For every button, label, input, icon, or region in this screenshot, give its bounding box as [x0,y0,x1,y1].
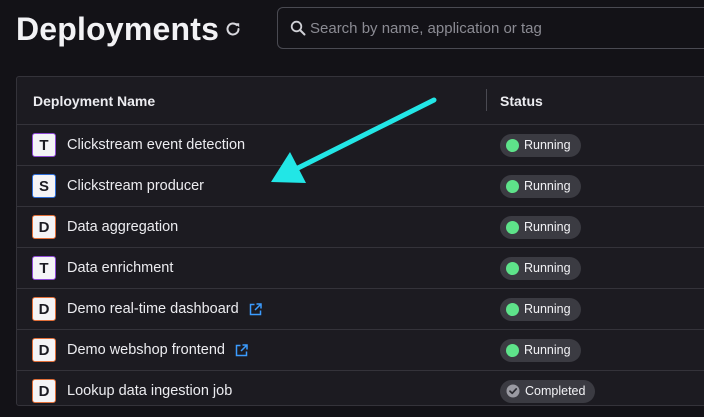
deployment-name-cell: Data aggregation [67,219,178,235]
status-label: Running [524,343,571,357]
deployment-type-badge: T [32,133,56,157]
status-badge: Running [500,215,581,239]
deployments-page: Deployments Deployment Name Status T Clic… [0,0,704,417]
deployment-name-link[interactable]: Clickstream event detection [67,137,245,153]
table-row[interactable]: T Data enrichment Running [17,248,704,289]
deployment-type-badge: T [32,256,56,280]
deployment-type-badge: D [32,379,56,403]
status-badge: Running [500,174,581,198]
running-status-dot [506,179,519,193]
running-status-dot [506,220,519,234]
column-divider[interactable] [486,89,487,111]
column-header-deployment-name[interactable]: Deployment Name [33,93,155,109]
table-row[interactable]: D Demo webshop frontend Running [17,330,704,371]
deployment-name-link[interactable]: Data enrichment [67,260,173,276]
deployment-name-cell: Demo real-time dashboard [67,301,262,317]
page-title: Deployments [16,11,220,47]
deployment-name-link[interactable]: Clickstream producer [67,178,204,194]
deployment-name-link[interactable]: Demo real-time dashboard [67,301,239,317]
status-label: Running [524,138,571,152]
status-badge: Running [500,297,581,321]
deployment-name-cell: Data enrichment [67,260,173,276]
external-link-icon[interactable] [249,302,262,316]
column-header-status[interactable]: Status [500,93,543,109]
search-input[interactable] [310,19,704,37]
status-label: Running [524,261,571,275]
table-row[interactable]: T Clickstream event detection Running [17,125,704,166]
table-row[interactable]: D Demo real-time dashboard Running [17,289,704,330]
refresh-icon[interactable] [223,19,243,39]
deployment-name-cell: Clickstream event detection [67,137,245,153]
external-link-icon[interactable] [235,343,248,357]
deployments-table: Deployment Name Status T Clickstream even… [16,76,704,406]
deployment-name-link[interactable]: Data aggregation [67,219,178,235]
deployment-type-badge: D [32,215,56,239]
deployment-name-cell: Lookup data ingestion job [67,383,232,399]
deployment-name-link[interactable]: Lookup data ingestion job [67,383,232,399]
table-row[interactable]: S Clickstream producer Running [17,166,704,207]
deployment-name-link[interactable]: Demo webshop frontend [67,342,225,358]
search-icon [290,20,306,36]
status-label: Completed [525,384,586,398]
running-status-dot [506,138,519,152]
status-label: Running [524,179,571,193]
deployment-type-badge: D [32,297,56,321]
deployment-name-cell: Clickstream producer [67,178,204,194]
table-body: T Clickstream event detection Running S Clic… [17,125,704,405]
search-box[interactable] [277,7,704,49]
deployment-type-badge: D [32,338,56,362]
running-status-dot [506,343,519,357]
deployment-type-badge: S [32,174,56,198]
status-label: Running [524,302,571,316]
running-status-dot [506,261,519,275]
status-badge: Running [500,256,581,280]
deployment-name-cell: Demo webshop frontend [67,342,248,358]
table-row[interactable]: D Data aggregation Running [17,207,704,248]
running-status-dot [506,302,519,316]
table-header: Deployment Name Status [17,77,704,125]
status-badge: Completed [500,379,596,403]
check-circle-icon [506,384,520,398]
table-row[interactable]: D Lookup data ingestion job Completed [17,371,704,405]
status-badge: Running [500,338,581,362]
status-label: Running [524,220,571,234]
status-badge: Running [500,133,581,157]
